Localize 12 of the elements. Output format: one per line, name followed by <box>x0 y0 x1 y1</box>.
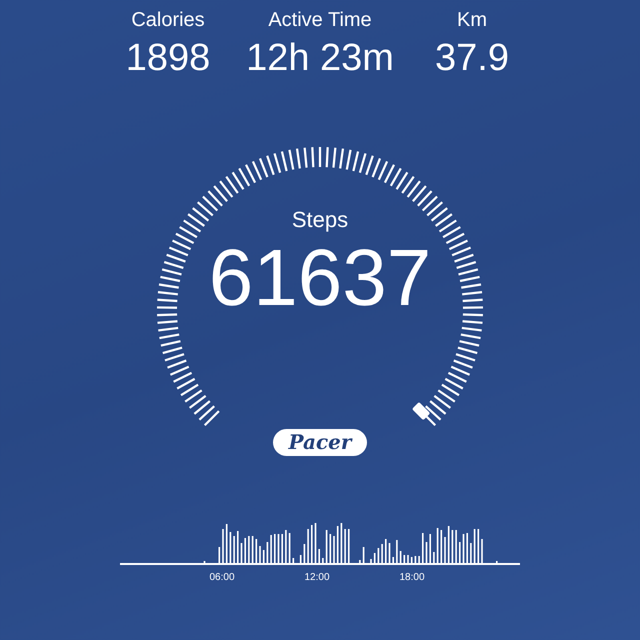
steps-count: 61637 <box>208 234 432 322</box>
stat-value: 37.9 <box>435 36 509 81</box>
stat-label: Km <box>457 8 487 33</box>
time-label: 06:00 <box>209 571 235 585</box>
stat-value: 1898 <box>126 36 210 81</box>
time-label: 18:00 <box>399 571 425 585</box>
pacer-logo: Pacer <box>272 429 368 456</box>
steps-label: Steps <box>292 206 348 234</box>
stat-label: Calories <box>131 8 205 33</box>
stat-value: 12h 23m <box>246 36 394 81</box>
stat-label: Active Time <box>268 8 372 33</box>
time-label: 12:00 <box>304 571 330 585</box>
